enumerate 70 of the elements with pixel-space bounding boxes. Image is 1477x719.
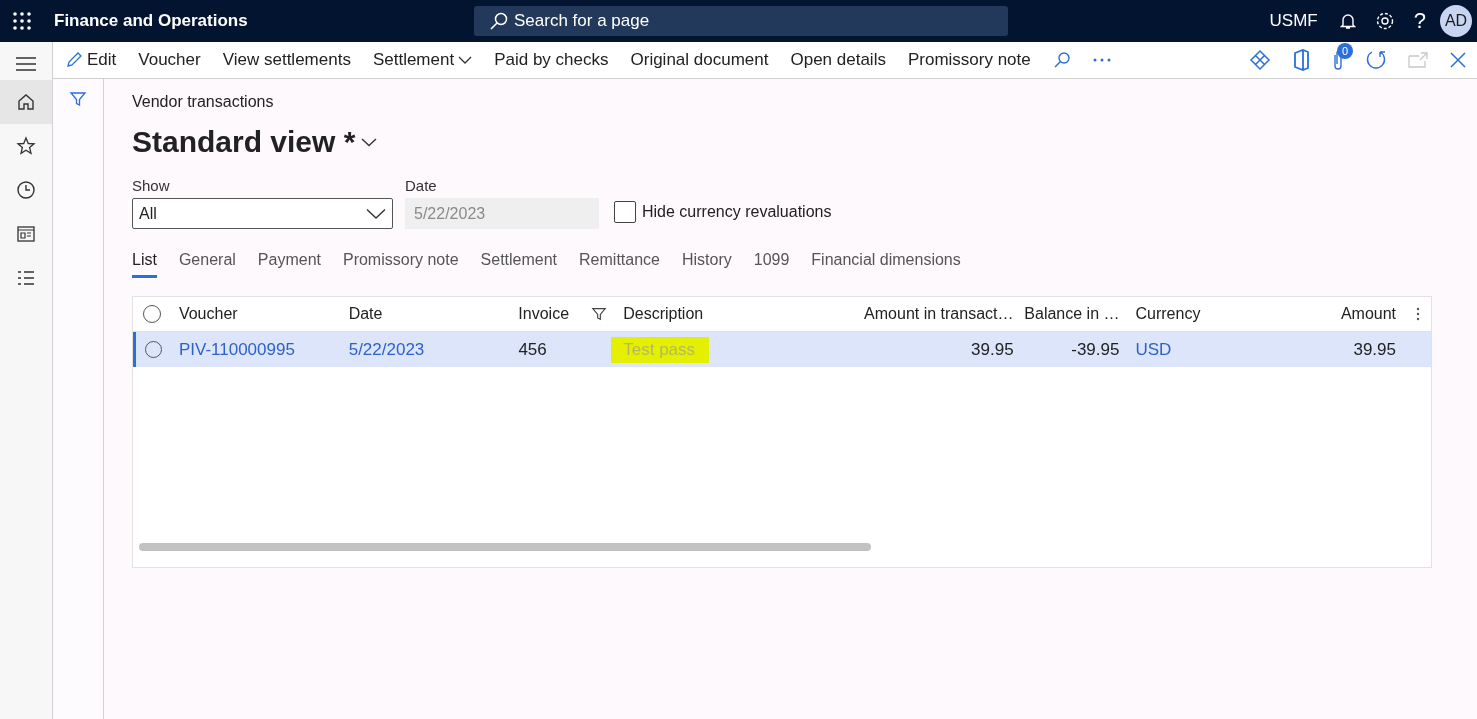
- attachment-count-badge: 0: [1337, 43, 1353, 59]
- company-code[interactable]: USMF: [1269, 11, 1318, 31]
- clock-icon: [16, 180, 36, 200]
- checkbox[interactable]: [614, 201, 636, 223]
- action-button[interactable]: Paid by checks: [483, 45, 620, 75]
- table-cell: 456: [518, 339, 547, 360]
- refresh-icon[interactable]: [1365, 49, 1387, 71]
- action-button[interactable]: Open details: [779, 45, 897, 75]
- action-button[interactable]: Voucher: [127, 45, 212, 75]
- workspace-icon: [16, 224, 36, 244]
- column-header[interactable]: Voucher: [170, 297, 341, 331]
- action-button[interactable]: Original document: [619, 45, 780, 75]
- table-cell: -39.95: [1071, 339, 1120, 360]
- table-cell: 39.95: [971, 339, 1014, 360]
- column-header[interactable]: Invoice: [510, 297, 616, 331]
- tab[interactable]: Promissory note: [342, 251, 459, 278]
- diamond-icon[interactable]: [1249, 49, 1271, 71]
- star-icon: [16, 136, 36, 156]
- action-button[interactable]: View settlements: [211, 45, 362, 75]
- more-options-icon[interactable]: [1091, 57, 1112, 63]
- tab[interactable]: Financial dimensions: [811, 251, 961, 278]
- show-dropdown[interactable]: All: [132, 198, 393, 229]
- tab[interactable]: Remittance: [579, 251, 660, 278]
- page-caption: Vendor transactions: [132, 93, 274, 111]
- list-icon: [16, 268, 36, 288]
- close-icon[interactable]: [1449, 51, 1467, 69]
- nav-home-button[interactable]: [0, 80, 52, 124]
- table-cell: 39.95: [1353, 339, 1396, 360]
- search-field[interactable]: Search for a page: [474, 6, 1008, 36]
- tab[interactable]: List: [132, 251, 157, 278]
- filter-icon[interactable]: [69, 90, 87, 108]
- app-launcher-icon[interactable]: [12, 11, 32, 31]
- view-name[interactable]: Standard view *: [132, 125, 356, 159]
- table-row[interactable]: PIV-110000995 5/22/2023 456 Test pass 39.95 -39.95 USD 39.95: [133, 332, 1431, 367]
- column-header[interactable]: Date: [340, 297, 511, 331]
- column-header[interactable]: Amount in transact…: [844, 297, 1022, 331]
- field-label: Show: [132, 177, 171, 194]
- chevron-down-icon[interactable]: [361, 137, 378, 147]
- table-link[interactable]: USD: [1135, 339, 1172, 360]
- column-header[interactable]: Amount: [1229, 297, 1405, 331]
- chevron-down-icon: [458, 55, 473, 65]
- tab[interactable]: History: [681, 251, 732, 278]
- horizontal-scrollbar[interactable]: [139, 543, 871, 551]
- column-header[interactable]: Currency: [1127, 297, 1230, 331]
- chevron-down-icon: [366, 207, 386, 220]
- tab[interactable]: Payment: [257, 251, 321, 278]
- column-header[interactable]: Balance in …: [1021, 297, 1128, 331]
- menu-icon[interactable]: [15, 56, 37, 72]
- help-button[interactable]: ?: [1413, 8, 1426, 34]
- checkbox-label: Hide currency revaluations: [642, 203, 832, 221]
- filter-icon[interactable]: [591, 306, 608, 322]
- pencil-icon: [65, 51, 83, 69]
- bell-icon[interactable]: [1337, 11, 1358, 31]
- menu-button[interactable]: Settlement: [361, 45, 484, 75]
- field-label: Date: [405, 177, 438, 194]
- user-avatar[interactable]: AD: [1440, 5, 1472, 37]
- search-icon: [489, 11, 509, 31]
- home-icon: [16, 92, 36, 112]
- tab[interactable]: 1099: [753, 251, 790, 278]
- more-options-icon[interactable]: [1415, 307, 1420, 321]
- table-link[interactable]: PIV-110000995: [178, 339, 295, 360]
- table-link[interactable]: 5/22/2023: [348, 339, 425, 360]
- office-icon[interactable]: [1291, 49, 1311, 71]
- action-button[interactable]: Promissory note: [896, 45, 1042, 75]
- column-header[interactable]: Description: [615, 297, 845, 331]
- tab[interactable]: General: [178, 251, 236, 278]
- tab[interactable]: Settlement: [480, 251, 558, 278]
- app-title: Finance and Operations: [54, 11, 249, 31]
- action-button[interactable]: Edit: [61, 45, 128, 75]
- table-cell: Test pass: [611, 336, 710, 363]
